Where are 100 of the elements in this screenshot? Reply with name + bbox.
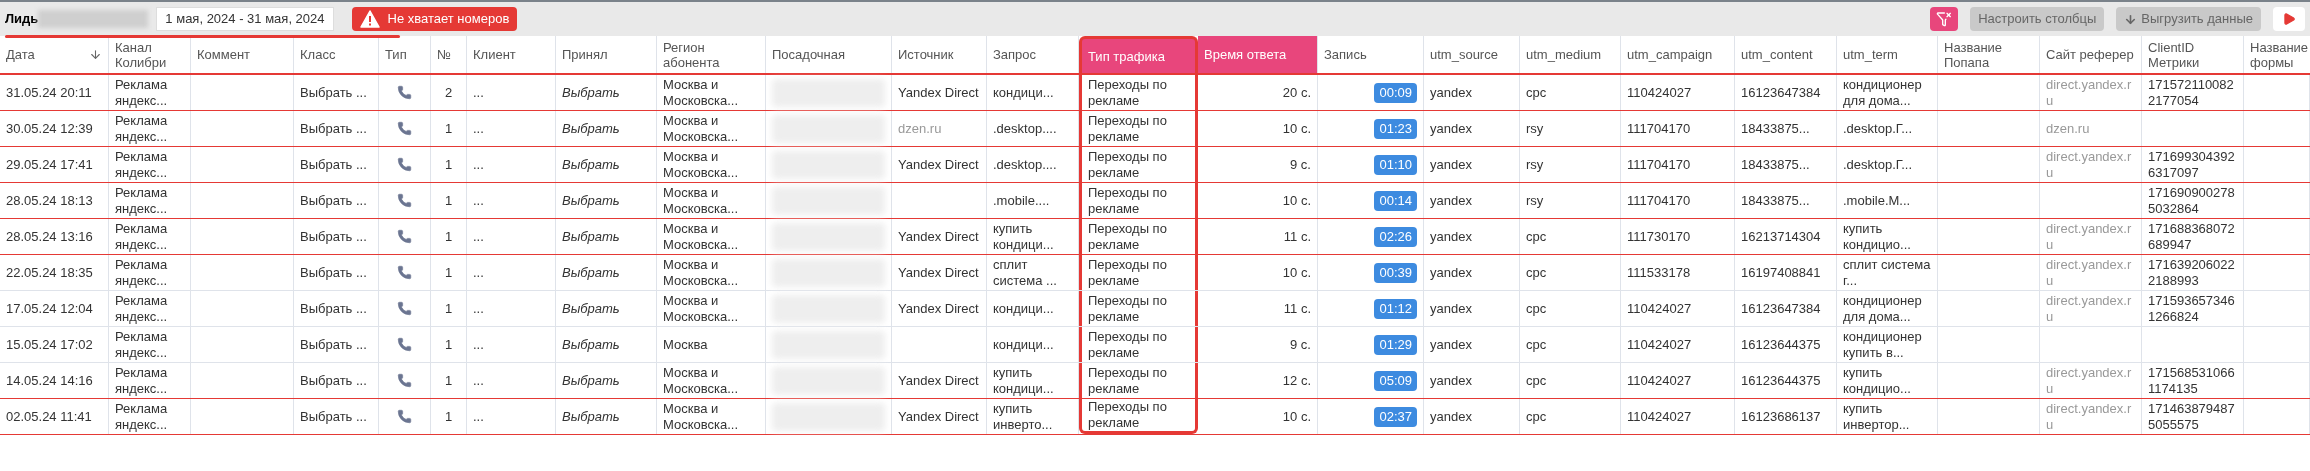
column-header[interactable]: Время ответа <box>1198 36 1318 73</box>
select-link[interactable]: Выбрать <box>562 84 620 101</box>
column-header[interactable]: Клиент <box>467 36 556 73</box>
table-cell: 111730170 <box>1627 228 1691 245</box>
download-icon <box>2124 12 2138 26</box>
column-header[interactable]: ClientID Метрики <box>2142 36 2244 73</box>
select-link[interactable]: Выбрать <box>562 300 620 317</box>
table-cell: 28.05.24 18:13 <box>6 192 93 209</box>
table-cell: Выбрать ... <box>300 192 367 209</box>
table-cell-text: Реклама яндекс... <box>115 220 169 253</box>
table-cell: 10 с. <box>1282 192 1311 209</box>
table-cell-text: direct.yandex.ru <box>2046 76 2133 109</box>
clear-filter-button[interactable] <box>1930 7 1959 31</box>
table-cell: ... <box>473 228 484 245</box>
select-link[interactable]: Выбрать <box>562 228 620 245</box>
record-play-button[interactable]: 00:39 <box>1374 262 1417 283</box>
table-cell: Выбрать ... <box>300 408 367 425</box>
play-button[interactable] <box>2273 7 2305 31</box>
alert-button[interactable]: Не хватает номеров <box>351 7 518 31</box>
record-play-button[interactable]: 02:37 <box>1374 406 1417 427</box>
column-header[interactable]: Принял <box>556 36 657 73</box>
column-header[interactable]: Сайт реферер <box>2040 36 2142 73</box>
record-play-button[interactable]: 00:09 <box>1374 82 1417 103</box>
column-header[interactable]: utm_term <box>1837 36 1938 73</box>
select-link[interactable]: Выбрать <box>562 372 620 389</box>
record-play-button[interactable]: 01:10 <box>1374 154 1417 175</box>
column-header[interactable]: Запись <box>1318 36 1424 73</box>
column-header[interactable]: utm_source <box>1424 36 1520 73</box>
record-play-button[interactable]: 05:09 <box>1374 370 1417 391</box>
table-cell: ... <box>473 84 484 101</box>
table-cell-text: direct.yandex.ru <box>2046 400 2133 433</box>
table-cell: cpc <box>1526 264 1547 281</box>
select-link[interactable]: Выбрать <box>562 192 620 209</box>
select-link[interactable]: Выбрать <box>562 120 620 137</box>
table-cell: 22.05.24 18:35 <box>6 264 93 281</box>
table-cell-text: Реклама яндекс... <box>115 292 169 325</box>
table-cell: 110424027 <box>1627 300 1692 317</box>
table-cell: 1 <box>444 192 453 209</box>
record-play-button[interactable]: 01:23 <box>1374 118 1417 139</box>
table-cell-text: Реклама яндекс... <box>115 184 169 217</box>
select-link[interactable]: Выбрать <box>562 408 620 425</box>
column-header[interactable]: Канал Колибри <box>109 36 191 73</box>
table-cell: ... <box>473 372 484 389</box>
table-cell-text: Переходы по рекламе <box>1088 256 1168 289</box>
column-header[interactable]: Регион абонента <box>657 36 766 73</box>
table-cell: 1 <box>444 156 453 173</box>
columns-settings-button[interactable]: Настроить столбцы <box>1970 7 2105 31</box>
record-play-button[interactable]: 01:12 <box>1374 298 1417 319</box>
select-link[interactable]: Выбрать <box>562 336 620 353</box>
table-cell: 16123686137 <box>1741 408 1821 425</box>
column-header[interactable]: Тип трафика <box>1079 36 1198 73</box>
column-header[interactable]: utm_content <box>1735 36 1837 73</box>
table-cell: Yandex Direct <box>898 156 979 173</box>
column-header[interactable]: Посадочная <box>766 36 892 73</box>
table-cell: 18433875... <box>1741 120 1810 137</box>
table-cell-text: Реклама яндекс... <box>115 256 169 289</box>
table-cell-text: 1716909002785032864 <box>2148 184 2236 217</box>
table-cell-text: Переходы по рекламе <box>1088 184 1168 217</box>
table-cell: 111704170 <box>1627 156 1691 173</box>
table-cell-text: 1714638794875055575 <box>2148 400 2236 433</box>
table-cell-text: купить кондицио... <box>1843 220 1912 253</box>
export-button[interactable]: Выгрузить данные <box>2116 7 2261 31</box>
table-cell: Выбрать ... <box>300 156 367 173</box>
table-cell-text: Москва и Московска... <box>663 76 740 109</box>
column-header[interactable]: Источник <box>892 36 987 73</box>
table-cell: 16123644375 <box>1741 372 1821 389</box>
column-header[interactable]: utm_medium <box>1520 36 1621 73</box>
column-header[interactable]: № <box>431 36 467 73</box>
record-play-button[interactable]: 00:14 <box>1374 190 1417 211</box>
table-cell-text: Москва и Московска... <box>663 112 740 145</box>
table-cell-text: 171688368072689947 <box>2148 220 2236 253</box>
table-cell: yandex <box>1430 192 1472 209</box>
record-play-button[interactable]: 01:29 <box>1374 334 1417 355</box>
table-cell: 29.05.24 17:41 <box>6 156 93 173</box>
table-cell: cpc <box>1526 372 1547 389</box>
table-cell: .mobile.... <box>993 192 1050 209</box>
table-cell: cpc <box>1526 84 1547 101</box>
table-cell: Выбрать ... <box>300 336 367 353</box>
table-cell: 10 с. <box>1282 264 1311 281</box>
table-cell-text: 1716392060222188993 <box>2148 256 2236 289</box>
column-header[interactable]: Название формы <box>2244 36 2310 73</box>
phone-icon <box>397 337 412 352</box>
date-range-button[interactable]: 1 мая, 2024 - 31 мая, 2024 <box>156 7 334 31</box>
table-cell: 18433875... <box>1741 156 1810 173</box>
column-header[interactable]: Класс <box>294 36 379 73</box>
table-cell-text: Москва и Московска... <box>663 220 740 253</box>
table-cell-text: direct.yandex.ru <box>2046 292 2133 325</box>
select-link[interactable]: Выбрать <box>562 264 620 281</box>
column-header[interactable]: Название Попапа <box>1938 36 2040 73</box>
select-link[interactable]: Выбрать <box>562 156 620 173</box>
table-cell: ... <box>473 264 484 281</box>
column-header[interactable]: utm_campaign <box>1621 36 1735 73</box>
column-header[interactable]: Тип <box>379 36 431 73</box>
table-cell-text: direct.yandex.ru <box>2046 148 2133 181</box>
table-cell: dzen.ru <box>2046 120 2090 137</box>
table-cell: кондици... <box>993 336 1054 353</box>
column-header[interactable]: Коммент <box>191 36 294 73</box>
column-header[interactable]: Дата <box>0 36 109 73</box>
table-cell: 111533178 <box>1627 264 1691 281</box>
record-play-button[interactable]: 02:26 <box>1374 226 1417 247</box>
